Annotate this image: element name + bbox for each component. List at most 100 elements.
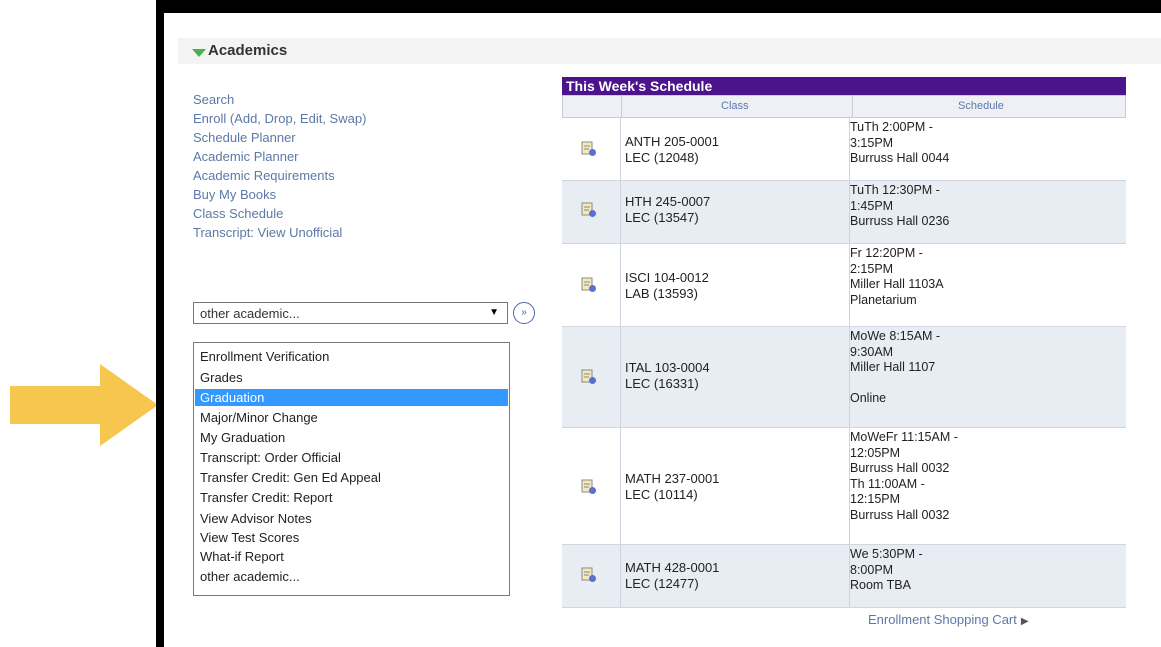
course-code[interactable]: ITAL 103-0004 <box>625 360 710 376</box>
option-what-if-report[interactable]: What-if Report <box>195 548 508 565</box>
class-details-icon[interactable] <box>581 369 597 385</box>
option-grades[interactable]: Grades <box>195 369 508 386</box>
schedule-cell: MoWe 8:15AM - 9:30AM Miller Hall 1107 On… <box>850 329 940 407</box>
schedule-row: ANTH 205-0001 LEC (12048) TuTh 2:00PM - … <box>562 118 1126 181</box>
class-cell: ISCI 104-0012 LAB (13593) <box>625 270 709 302</box>
meeting-line: MoWe 8:15AM - <box>850 329 941 343</box>
cell-divider <box>620 181 621 243</box>
course-code[interactable]: MATH 428-0001 <box>625 560 719 576</box>
option-view-advisor-notes[interactable]: View Advisor Notes <box>195 510 508 527</box>
option-major-minor-change[interactable]: Major/Minor Change <box>195 409 508 426</box>
meeting-line: 1:45PM <box>850 198 894 213</box>
meeting-line: Room TBA <box>850 578 911 592</box>
meeting-line: Burruss Hall 0236 <box>850 214 950 228</box>
meeting-line: MoWeFr 11:15AM - <box>850 430 958 444</box>
meeting-line: 2:15PM <box>850 261 894 276</box>
meeting-line: Burruss Hall 0032 <box>850 507 950 522</box>
select-value: other academic... <box>200 306 300 321</box>
option-transfer-credit-report[interactable]: Transfer Credit: Report <box>195 489 508 506</box>
meeting-line: Burruss Hall 0044 <box>850 151 950 165</box>
course-section: LEC (12477) <box>625 576 699 591</box>
link-enroll[interactable]: Enroll (Add, Drop, Edit, Swap) <box>193 109 366 128</box>
schedule-row: MATH 428-0001 LEC (12477) We 5:30PM - 8:… <box>562 545 1126 608</box>
option-enrollment-verification[interactable]: Enrollment Verification <box>195 348 508 365</box>
dropdown-caret-icon: ▼ <box>489 307 499 318</box>
schedule-cell: Fr 12:20PM - 2:15PM Miller Hall 1103A Pl… <box>850 246 944 308</box>
class-details-icon[interactable] <box>581 141 597 157</box>
cell-divider <box>620 244 621 326</box>
meeting-line: Burruss Hall 0032 <box>850 461 950 475</box>
class-cell: MATH 237-0001 LEC (10114) <box>625 471 719 503</box>
option-transcript-order-official[interactable]: Transcript: Order Official <box>195 449 508 466</box>
column-divider <box>621 96 622 117</box>
double-chevron-right-icon: » <box>521 307 527 318</box>
cell-divider <box>620 327 621 427</box>
link-buy-my-books[interactable]: Buy My Books <box>193 185 366 204</box>
schedule-row: ISCI 104-0012 LAB (13593) Fr 12:20PM - 2… <box>562 244 1126 327</box>
column-header-class: Class <box>721 100 749 112</box>
schedule-cell: TuTh 2:00PM - 3:15PM Burruss Hall 0044 <box>850 120 949 167</box>
class-details-icon[interactable] <box>581 479 597 495</box>
meeting-line: Online <box>850 391 887 405</box>
class-details-icon[interactable] <box>581 277 597 293</box>
meeting-line: Th 11:00AM - <box>850 476 925 491</box>
triangle-down-icon[interactable] <box>192 48 206 58</box>
schedule-title: This Week's Schedule <box>562 77 1126 95</box>
link-transcript-unofficial[interactable]: Transcript: View Unofficial <box>193 223 366 242</box>
link-academic-requirements[interactable]: Academic Requirements <box>193 166 366 185</box>
column-header-schedule: Schedule <box>958 100 1004 112</box>
class-cell: HTH 245-0007 LEC (13547) <box>625 194 710 226</box>
course-section: LEC (16331) <box>625 376 699 391</box>
go-button[interactable]: » <box>513 302 535 324</box>
schedule-row: MATH 237-0001 LEC (10114) MoWeFr 11:15AM… <box>562 428 1126 545</box>
cell-divider <box>620 545 621 607</box>
academic-options-list: Enrollment Verification Grades Graduatio… <box>193 342 510 596</box>
triangle-right-icon: ▶ <box>1020 616 1029 627</box>
course-section: LEC (13547) <box>625 210 699 225</box>
meeting-line: Miller Hall 1107 <box>850 360 936 374</box>
enrollment-shopping-cart-link[interactable]: Enrollment Shopping Cart ▶ <box>868 612 1029 627</box>
course-code[interactable]: ANTH 205-0001 <box>625 134 719 150</box>
class-details-icon[interactable] <box>581 202 597 218</box>
option-other-academic[interactable]: other academic... <box>195 568 508 585</box>
other-academic-select[interactable]: other academic... ▼ <box>193 302 508 324</box>
cell-divider <box>620 428 621 544</box>
meeting-line: 8:00PM <box>850 562 894 577</box>
class-cell: ANTH 205-0001 LEC (12048) <box>625 134 719 166</box>
option-graduation[interactable]: Graduation <box>195 389 508 406</box>
meeting-line: Miller Hall 1103A <box>850 277 944 291</box>
academics-links: Search Enroll (Add, Drop, Edit, Swap) Sc… <box>193 90 366 242</box>
meeting-line: Fr 12:20PM - <box>850 246 923 260</box>
option-my-graduation[interactable]: My Graduation <box>195 429 508 446</box>
class-details-icon[interactable] <box>581 567 597 583</box>
link-class-schedule[interactable]: Class Schedule <box>193 204 366 223</box>
meeting-line: 9:30AM <box>850 344 894 359</box>
course-code[interactable]: MATH 237-0001 <box>625 471 719 487</box>
course-code[interactable]: HTH 245-0007 <box>625 194 710 210</box>
schedule-row: HTH 245-0007 LEC (13547) TuTh 12:30PM - … <box>562 181 1126 244</box>
schedule-header: Class Schedule <box>562 95 1126 118</box>
course-code[interactable]: ISCI 104-0012 <box>625 270 709 286</box>
academics-section-header <box>178 38 1161 64</box>
meeting-line: 12:15PM <box>850 492 901 506</box>
class-cell: ITAL 103-0004 LEC (16331) <box>625 360 710 392</box>
link-schedule-planner[interactable]: Schedule Planner <box>193 128 366 147</box>
schedule-cell: MoWeFr 11:15AM - 12:05PM Burruss Hall 00… <box>850 430 958 523</box>
schedule-row: ITAL 103-0004 LEC (16331) MoWe 8:15AM - … <box>562 327 1126 428</box>
option-view-test-scores[interactable]: View Test Scores <box>195 529 508 546</box>
column-divider <box>852 96 853 117</box>
course-section: LEC (10114) <box>625 487 698 502</box>
meeting-line: TuTh 12:30PM - <box>850 183 940 197</box>
meeting-line: We 5:30PM - <box>850 547 923 561</box>
link-search[interactable]: Search <box>193 90 366 109</box>
meeting-line: TuTh 2:00PM - <box>850 120 933 134</box>
section-title: Academics <box>208 42 288 59</box>
schedule-cell: TuTh 12:30PM - 1:45PM Burruss Hall 0236 <box>850 183 949 230</box>
link-academic-planner[interactable]: Academic Planner <box>193 147 366 166</box>
class-cell: MATH 428-0001 LEC (12477) <box>625 560 719 592</box>
schedule-cell: We 5:30PM - 8:00PM Room TBA <box>850 547 923 594</box>
pointer-arrow-icon <box>10 364 158 446</box>
option-transfer-credit-gen-ed[interactable]: Transfer Credit: Gen Ed Appeal <box>195 469 508 486</box>
meeting-line: 3:15PM <box>850 135 894 150</box>
meeting-line: 12:05PM <box>850 445 901 460</box>
